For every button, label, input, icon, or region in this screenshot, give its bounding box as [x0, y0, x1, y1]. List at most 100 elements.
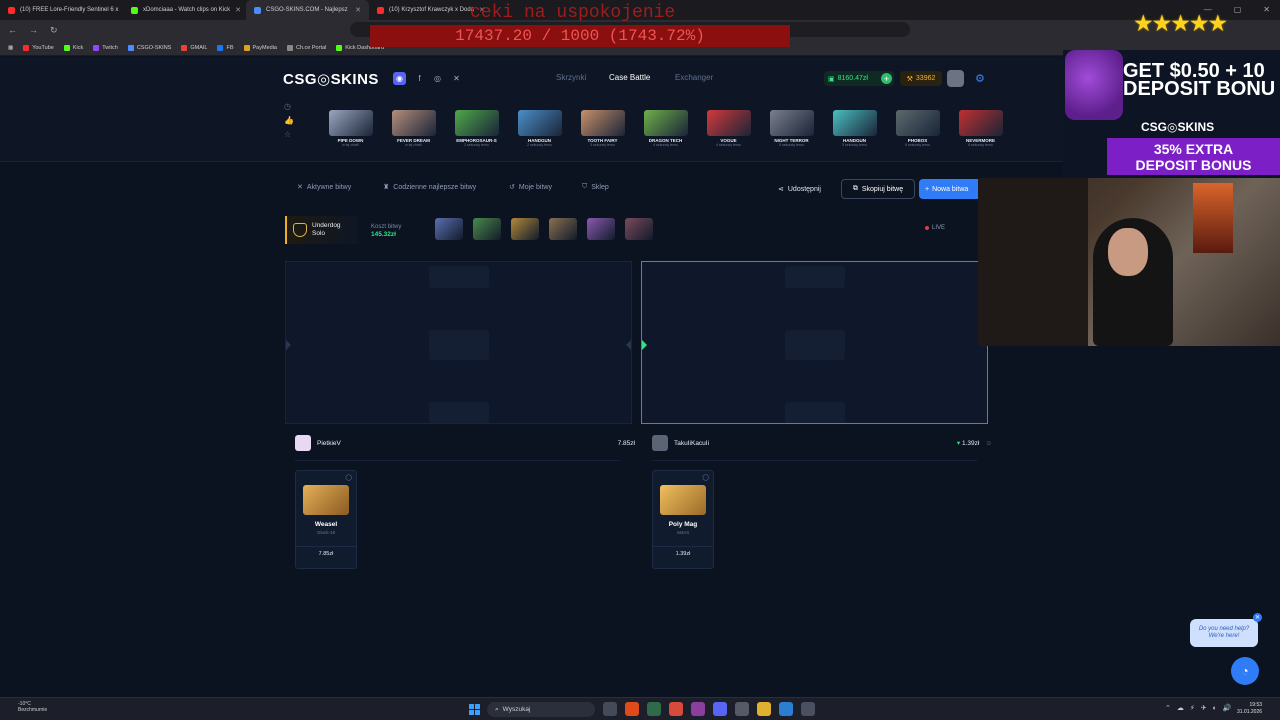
drop-item[interactable]: VOGUE 4 sekundy temu	[697, 100, 760, 152]
subnav-shop[interactable]: ⛉ Sklep	[582, 183, 609, 191]
item-price: 1.39zł	[653, 546, 713, 557]
share-button[interactable]: ⋖ Udostępnij	[778, 181, 821, 197]
gems-display[interactable]: ⚒ 33962	[900, 71, 942, 86]
drop-item[interactable]: PIPE DOWN w tej chwili	[319, 100, 382, 152]
bookmark[interactable]: Kick	[63, 44, 83, 51]
copy-battle-button[interactable]: ⧉ Skopiuj bitwę	[841, 179, 915, 199]
apps-icon[interactable]: ▦	[8, 45, 13, 51]
nav-cases[interactable]: Skrzynki	[556, 73, 586, 82]
instagram-icon[interactable]: ◎	[431, 72, 444, 85]
discord-icon[interactable]: ◉	[393, 72, 406, 85]
drop-item[interactable]: HANDGUN 5 sekundy temu	[823, 100, 886, 152]
taskbar-search[interactable]: ⌕ Wyszukaj	[487, 702, 595, 717]
select-icon[interactable]: ◯	[702, 474, 709, 481]
drop-item[interactable]: NIGHT TERROR 5 sekundy temu	[760, 100, 823, 152]
tab-label: (10) Krzysztof Krawczyk x Doda	[389, 7, 475, 13]
drop-item[interactable]: DRAGON TECH 4 sekundy temu	[634, 100, 697, 152]
player-avatar[interactable]	[652, 435, 668, 451]
star-icon[interactable]: ☆	[284, 130, 294, 139]
clock-icon[interactable]: ◷	[284, 102, 294, 111]
case-thumbnail[interactable]	[625, 218, 653, 240]
app-icon[interactable]	[691, 702, 705, 716]
maximize-icon[interactable]: ▢	[1234, 5, 1242, 14]
x-icon[interactable]: ✕	[450, 72, 463, 85]
case-thumbnail[interactable]	[511, 218, 539, 240]
app-icon[interactable]	[647, 702, 661, 716]
explorer-icon[interactable]	[757, 702, 771, 716]
app-icon[interactable]	[735, 702, 749, 716]
pointer-right-icon	[626, 340, 631, 350]
help-bubble[interactable]: Do you need help? We're here!	[1190, 619, 1258, 647]
tab-label: (10) FREE Lore-Friendly Sentinel 6 x	[20, 7, 119, 13]
battle-info-bar: Underdog Solo Koszt bitwy 145.32zł LIVE	[285, 216, 985, 244]
drop-item[interactable]: NEVERMORE 6 sekundy temu	[949, 100, 1012, 152]
select-icon[interactable]: ◯	[345, 474, 352, 481]
browser-tab[interactable]: (10) FREE Lore-Friendly Sentinel 6 x✕	[0, 0, 123, 20]
bookmark[interactable]: Ch.ce Portal	[286, 44, 326, 51]
forward-icon[interactable]: →	[29, 25, 38, 35]
vscode-icon[interactable]	[779, 702, 793, 716]
start-button[interactable]	[469, 704, 480, 715]
more-options-icon[interactable]: ☺	[985, 440, 992, 447]
player-name[interactable]: TakuIiKacuIi	[674, 440, 709, 447]
reload-icon[interactable]: ↻	[50, 25, 58, 36]
case-thumbnail[interactable]	[587, 218, 615, 240]
weather-widget[interactable]: -10°C Bezchmurnie	[18, 701, 47, 713]
drop-item[interactable]: EMPHOROSAUR-S 2 sekundy temu	[445, 100, 508, 152]
facebook-icon[interactable]: f	[413, 72, 426, 85]
browser-tab[interactable]: xDomciaaa - Watch clips on Kick ✕	[123, 0, 246, 20]
user-avatar[interactable]	[947, 70, 964, 87]
system-tray[interactable]: ⌃☁⚡✈◐🔊	[1165, 704, 1238, 712]
app-icon[interactable]	[801, 702, 815, 716]
won-item-card[interactable]: ◯ Weasel Glock-18 7.85zł	[295, 470, 357, 569]
drop-item[interactable]: HANDGUN 2 sekundy temu	[508, 100, 571, 152]
close-tab-icon[interactable]: ✕	[235, 6, 241, 14]
settings-gear-icon[interactable]: ⚙	[975, 72, 985, 85]
case-thumbnail[interactable]	[435, 218, 463, 240]
thumbs-up-icon[interactable]: 👍	[284, 116, 294, 125]
new-battle-button[interactable]: + Nowa bitwa	[919, 179, 981, 199]
back-icon[interactable]: ←	[8, 25, 17, 35]
site-logo[interactable]: CSG◎SKINS	[283, 70, 379, 88]
discord-icon[interactable]	[713, 702, 727, 716]
bookmark[interactable]: CSGO-SKINS	[127, 44, 171, 51]
cost-value: 145.32zł	[371, 231, 396, 238]
copy-icon: ⧉	[852, 185, 858, 192]
won-item-card[interactable]: ◯ Poly Mag M4A4 1.39zł	[652, 470, 714, 569]
history-icon: ↺	[509, 184, 515, 191]
drop-item[interactable]: TOOTH FAIRY 3 sekundy temu	[571, 100, 634, 152]
nav-exchanger[interactable]: Exchanger	[675, 73, 713, 82]
bookmark-label: YouTube	[32, 44, 54, 51]
case-thumbnail[interactable]	[473, 218, 501, 240]
subnav-my-battles[interactable]: ↺ Moje bitwy	[509, 183, 552, 192]
drop-item[interactable]: FEVER DREAM w tej chwili	[382, 100, 445, 152]
tab-label: xDomciaaa - Watch clips on Kick	[143, 7, 231, 13]
bookmark[interactable]: Twitch	[93, 44, 118, 51]
mode-name: Underdog	[312, 222, 341, 229]
drop-time: w tej chwili	[405, 143, 422, 147]
chrome-icon[interactable]	[669, 702, 683, 716]
close-window-icon[interactable]: ✕	[1263, 5, 1270, 14]
balance-display[interactable]: ▣ 8160.47zł +	[824, 71, 894, 86]
paymedia-icon	[243, 44, 250, 51]
drop-item[interactable]: PHOBOS 6 sekundy temu	[886, 100, 949, 152]
subnav-daily-best[interactable]: ♜ Codzienne najlepsze bitwy	[383, 183, 476, 192]
clock[interactable]: 19:53 31.01.2026	[1237, 702, 1262, 716]
nav-case-battle[interactable]: Case Battle	[609, 73, 650, 82]
bookmark[interactable]: YouTube	[23, 44, 54, 51]
close-tab-icon[interactable]: ✕	[355, 6, 361, 14]
subnav-active-battles[interactable]: ✕ Aktywne bitwy	[297, 183, 351, 192]
brave-icon[interactable]	[625, 702, 639, 716]
windows-taskbar: -10°C Bezchmurnie ⌕ Wyszukaj ⌃☁⚡✈◐🔊 19:53…	[0, 697, 1280, 720]
close-help-icon[interactable]: ✕	[1253, 613, 1262, 622]
case-thumbnail[interactable]	[549, 218, 577, 240]
browser-tab-active[interactable]: CSGO-SKINS.COM - Najlepsz ✕	[246, 0, 369, 20]
player-name[interactable]: PietkieV	[317, 440, 341, 447]
player-avatar[interactable]	[295, 435, 311, 451]
deposit-plus-icon[interactable]: +	[881, 73, 892, 84]
bookmark[interactable]: GMAIL	[181, 44, 207, 51]
chat-button[interactable]: ◔	[1231, 657, 1259, 685]
bookmark[interactable]: PayMedia	[243, 44, 277, 51]
bookmark[interactable]: FB	[217, 44, 234, 51]
task-view-icon[interactable]	[603, 702, 617, 716]
